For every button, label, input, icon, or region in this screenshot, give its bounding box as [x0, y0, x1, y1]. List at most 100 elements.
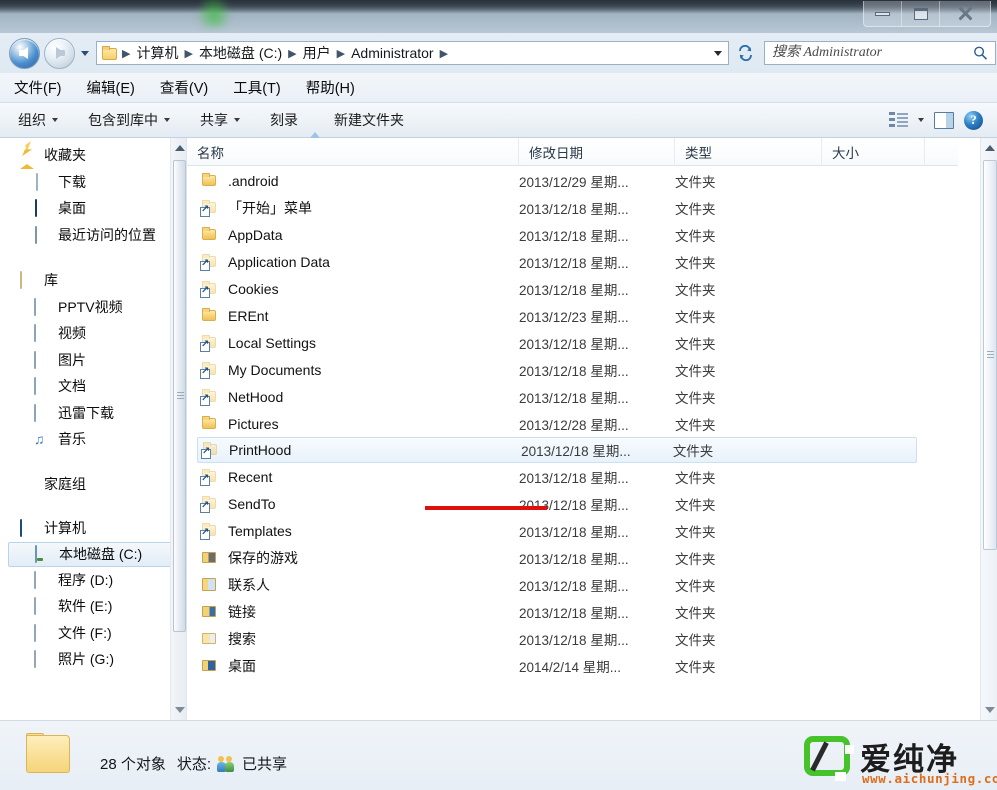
include-in-library-button[interactable]: 包含到库中	[88, 110, 170, 130]
breadcrumb-separator: ▶	[288, 47, 297, 60]
menu-help[interactable]: 帮助(H)	[306, 74, 368, 101]
table-row[interactable]: 链接 2013/12/18 星期... 文件夹	[187, 598, 958, 625]
sidebar-item-local-disk-c[interactable]: 本地磁盘 (C:)	[8, 541, 178, 567]
maximize-button[interactable]	[902, 1, 940, 26]
file-name-cell: Local Settings	[187, 334, 519, 352]
table-row[interactable]: EREnt 2013/12/23 星期... 文件夹	[187, 302, 958, 329]
sidebar-item-desktop[interactable]: 桌面	[0, 195, 186, 222]
recent-locations-button[interactable]	[77, 38, 92, 69]
sidebar-item-drive-g[interactable]: 照片 (G:)	[0, 646, 186, 673]
download-page-icon	[34, 172, 51, 191]
menu-view[interactable]: 查看(V)	[160, 74, 221, 101]
sidebar-item-computer[interactable]: 计算机	[0, 515, 186, 542]
column-size[interactable]: 大小	[822, 137, 925, 166]
search-box[interactable]	[764, 41, 996, 65]
breadcrumb-item-local-disk[interactable]: 本地磁盘 (C:)	[196, 43, 285, 63]
share-with-label: 共享	[200, 112, 228, 128]
column-date-modified[interactable]: 修改日期	[519, 137, 675, 166]
window-controls	[863, 1, 991, 27]
sidebar-item-pictures[interactable]: 图片	[0, 347, 186, 374]
scroll-up-icon[interactable]	[985, 145, 995, 151]
chevron-down-icon	[234, 118, 240, 122]
scrollbar-thumb[interactable]	[983, 160, 997, 550]
table-row[interactable]: Pictures 2013/12/28 星期... 文件夹	[187, 410, 958, 437]
sidebar-item-homegroup[interactable]: 家庭组	[0, 471, 186, 498]
refresh-button[interactable]	[732, 41, 758, 65]
table-row[interactable]: Recent 2013/12/18 星期... 文件夹	[187, 463, 958, 490]
file-name: 保存的游戏	[228, 549, 298, 566]
chevron-down-icon[interactable]	[918, 118, 924, 122]
sidebar-item-drive-f[interactable]: 文件 (F:)	[0, 620, 186, 647]
table-row[interactable]: .android 2013/12/29 星期... 文件夹	[187, 167, 958, 194]
burn-button[interactable]: 刻录	[270, 110, 304, 130]
sidebar-item-recent-places[interactable]: 最近访问的位置	[0, 222, 186, 249]
table-row[interactable]: Application Data 2013/12/18 星期... 文件夹	[187, 248, 958, 275]
sidebar-item-videos[interactable]: 视频	[0, 320, 186, 347]
file-name: Local Settings	[228, 334, 316, 351]
scroll-up-icon[interactable]	[175, 145, 185, 151]
table-row[interactable]: Templates 2013/12/18 星期... 文件夹	[187, 517, 958, 544]
table-row[interactable]: My Documents 2013/12/18 星期... 文件夹	[187, 356, 958, 383]
content-area: 收藏夹 下载 桌面 最近访问的位置 库 PPTV视频 视频 图片 文档 迅雷下载…	[0, 132, 997, 720]
organize-button[interactable]: 组织	[18, 110, 58, 130]
address-bar[interactable]: ▶ 计算机 ▶ 本地磁盘 (C:) ▶ 用户 ▶ Administrator ▶	[96, 41, 729, 65]
scroll-down-icon[interactable]	[985, 707, 995, 713]
navigation-pane-scrollbar[interactable]	[170, 138, 186, 720]
scrollbar-thumb[interactable]	[173, 160, 186, 632]
file-list-scrollbar[interactable]	[980, 138, 997, 720]
sidebar-item-downloads[interactable]: 下载	[0, 169, 186, 196]
title-bar	[0, 0, 997, 33]
sidebar-item-favorites[interactable]: 收藏夹	[0, 142, 186, 170]
file-name-cell: PrintHood	[198, 442, 521, 459]
file-type-cell: 文件夹	[675, 659, 716, 675]
breadcrumb-item-administrator[interactable]: Administrator	[348, 45, 436, 61]
table-row[interactable]: 搜索 2013/12/18 星期... 文件夹	[187, 625, 958, 652]
table-row[interactable]: SendTo 2013/12/18 星期... 文件夹	[187, 490, 958, 517]
sidebar-item-thunder-downloads[interactable]: 迅雷下载	[0, 400, 186, 427]
sidebar-item-pptv[interactable]: PPTV视频	[0, 294, 186, 321]
file-name-cell: Cookies	[187, 280, 519, 298]
table-row[interactable]: 桌面 2014/2/14 星期... 文件夹	[187, 652, 958, 679]
table-row[interactable]: 联系人 2013/12/18 星期... 文件夹	[187, 571, 958, 598]
table-row[interactable]: Local Settings 2013/12/18 星期... 文件夹	[187, 329, 958, 356]
sidebar-item-documents[interactable]: 文档	[0, 373, 186, 400]
table-row[interactable]: AppData 2013/12/18 星期... 文件夹	[187, 221, 958, 248]
drive-icon	[34, 570, 51, 589]
change-view-icon[interactable]	[889, 112, 908, 128]
navigation-pane: 收藏夹 下载 桌面 最近访问的位置 库 PPTV视频 视频 图片 文档 迅雷下载…	[0, 138, 186, 720]
search-input[interactable]	[772, 43, 968, 63]
help-icon[interactable]: ?	[964, 110, 983, 130]
file-date-cell: 2013/12/23 星期...	[519, 309, 629, 325]
preview-pane-icon[interactable]	[934, 111, 954, 129]
file-date-cell: 2013/12/18 星期...	[519, 497, 629, 513]
folder-shortcut-icon	[200, 280, 219, 298]
menu-file[interactable]: 文件(F)	[14, 74, 75, 101]
scrollbar-grip	[177, 392, 184, 400]
menu-tools[interactable]: 工具(T)	[233, 74, 294, 101]
breadcrumb-item-users[interactable]: 用户	[300, 43, 334, 63]
table-row[interactable]: NetHood 2013/12/18 星期... 文件夹	[187, 383, 958, 410]
file-name: Templates	[228, 522, 292, 539]
sidebar-item-libraries[interactable]: 库	[0, 267, 186, 294]
sidebar-label: 图片	[58, 351, 86, 368]
share-with-button[interactable]: 共享	[200, 110, 240, 130]
table-row[interactable]: 保存的游戏 2013/12/18 星期... 文件夹	[187, 544, 958, 571]
close-button[interactable]	[940, 1, 990, 26]
forward-button[interactable]	[44, 37, 75, 69]
scroll-down-icon[interactable]	[175, 707, 185, 713]
column-type[interactable]: 类型	[675, 137, 822, 166]
sidebar-label: PPTV视频	[58, 298, 123, 315]
sidebar-item-music[interactable]: ♫ 音乐	[0, 426, 186, 453]
breadcrumb-item-computer[interactable]: 计算机	[133, 43, 181, 63]
back-button[interactable]	[9, 37, 40, 69]
minimize-button[interactable]	[864, 1, 902, 26]
table-row[interactable]: PrintHood 2013/12/18 星期... 文件夹	[197, 437, 917, 463]
column-name[interactable]: 名称	[187, 132, 519, 166]
sidebar-item-drive-d[interactable]: 程序 (D:)	[0, 567, 186, 594]
address-dropdown-icon[interactable]	[714, 51, 722, 56]
new-folder-button[interactable]: 新建文件夹	[334, 110, 410, 130]
table-row[interactable]: 「开始」菜单 2013/12/18 星期... 文件夹	[187, 194, 958, 221]
table-row[interactable]: Cookies 2013/12/18 星期... 文件夹	[187, 275, 958, 302]
sidebar-item-drive-e[interactable]: 软件 (E:)	[0, 593, 186, 620]
menu-edit[interactable]: 编辑(E)	[87, 74, 148, 101]
